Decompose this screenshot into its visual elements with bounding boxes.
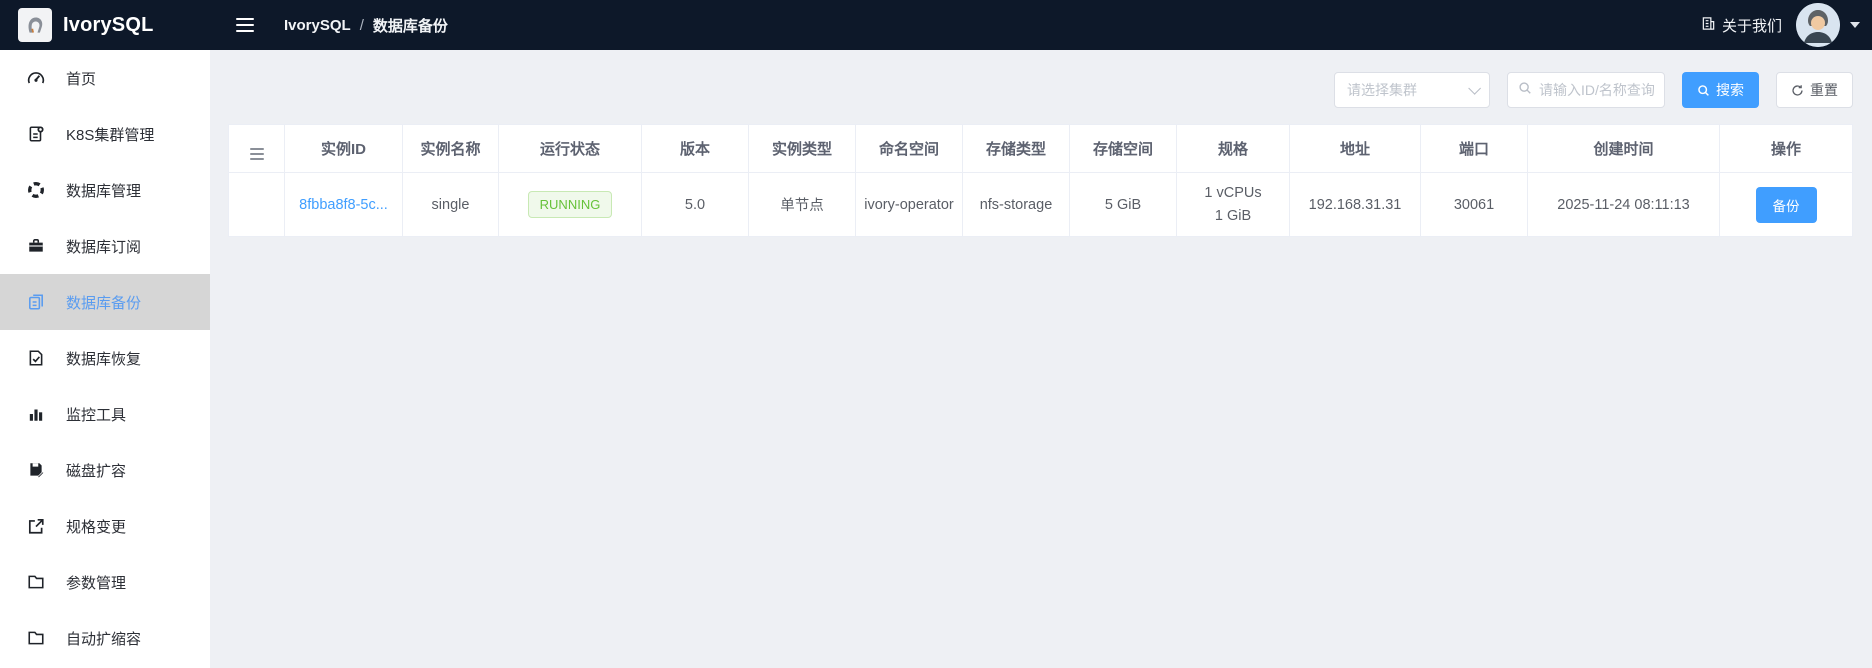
chevron-down-icon[interactable] (1850, 22, 1860, 28)
building-icon (1701, 16, 1716, 35)
spec-memory: 1 GiB (1177, 205, 1289, 227)
storage-type-cell: nfs-storage (963, 173, 1070, 237)
ivorysql-logo-icon (18, 8, 52, 42)
sidebar-item-database-subscription[interactable]: 数据库订阅 (0, 218, 210, 274)
spec-cpu: 1 vCPUs (1177, 182, 1289, 204)
search-button-label: 搜索 (1716, 80, 1744, 100)
list-icon (250, 148, 264, 160)
sidebar-item-parameter-management[interactable]: 参数管理 (0, 554, 210, 610)
namespace-cell: ivory-operator (856, 173, 963, 237)
sidebar: 首页 K8S集群管理 数据库管理 数据库订阅 数据库备份 (0, 50, 210, 668)
sidebar-item-label: 参数管理 (66, 572, 126, 593)
instance-type-cell: 单节点 (749, 173, 856, 237)
main-content: 请选择集群 搜索 重置 (210, 50, 1872, 668)
copy-document-icon (27, 293, 45, 311)
search-button[interactable]: 搜索 (1682, 72, 1759, 108)
instance-id-link[interactable]: 8fbba8f8-5c... (299, 197, 388, 213)
breadcrumb-current: 数据库备份 (373, 15, 448, 36)
header-instance-name: 实例名称 (403, 125, 499, 173)
storage-size-cell: 5 GiB (1070, 173, 1177, 237)
header-namespace: 命名空间 (856, 125, 963, 173)
sidebar-item-label: 首页 (66, 68, 96, 89)
folder-icon (27, 573, 45, 591)
search-input[interactable] (1539, 82, 1654, 98)
header-instance-id: 实例ID (285, 125, 403, 173)
document-icon (27, 125, 45, 143)
sidebar-item-disk-expansion[interactable]: 磁盘扩容 (0, 442, 210, 498)
external-link-icon (27, 517, 45, 535)
header-actions: 操作 (1720, 125, 1853, 173)
sidebar-item-label: 自动扩缩容 (66, 628, 141, 649)
header-created-at: 创建时间 (1528, 125, 1720, 173)
address-cell: 192.168.31.31 (1290, 173, 1421, 237)
cluster-select-placeholder: 请选择集群 (1347, 80, 1417, 100)
sidebar-item-label: 数据库订阅 (66, 236, 141, 257)
table-row: 8fbba8f8-5c... single RUNNING 5.0 单节点 iv… (229, 173, 1853, 237)
sidebar-item-label: 监控工具 (66, 404, 126, 425)
search-field[interactable] (1507, 72, 1665, 108)
sidebar-item-database-restore[interactable]: 数据库恢复 (0, 330, 210, 386)
search-icon (1518, 81, 1532, 100)
instance-name-cell: single (403, 173, 499, 237)
filter-bar: 请选择集群 搜索 重置 (228, 72, 1853, 108)
user-avatar[interactable] (1796, 3, 1840, 47)
sidebar-item-label: 数据库管理 (66, 180, 141, 201)
header-run-status: 运行状态 (499, 125, 642, 173)
spec-cell: 1 vCPUs 1 GiB (1177, 173, 1290, 237)
reset-button-label: 重置 (1810, 80, 1838, 100)
chevron-down-icon (1468, 82, 1481, 95)
version-cell: 5.0 (642, 173, 749, 237)
header-instance-type: 实例类型 (749, 125, 856, 173)
brand-name: IvorySQL (63, 14, 154, 37)
sidebar-item-label: 规格变更 (66, 516, 126, 537)
brand[interactable]: IvorySQL (0, 8, 210, 42)
sidebar-item-auto-scaling[interactable]: 自动扩缩容 (0, 610, 210, 666)
folder-icon (27, 629, 45, 647)
sidebar-item-home[interactable]: 首页 (0, 50, 210, 106)
row-select-cell (229, 173, 285, 237)
about-us-link[interactable]: 关于我们 (1701, 15, 1782, 36)
column-settings-header[interactable] (229, 125, 285, 173)
sidebar-item-k8s-cluster[interactable]: K8S集群管理 (0, 106, 210, 162)
header-version: 版本 (642, 125, 749, 173)
reset-button[interactable]: 重置 (1776, 72, 1853, 108)
about-us-label: 关于我们 (1722, 15, 1782, 36)
cluster-select[interactable]: 请选择集群 (1334, 72, 1490, 108)
header-storage-type: 存储类型 (963, 125, 1070, 173)
sidebar-item-monitoring-tools[interactable]: 监控工具 (0, 386, 210, 442)
compass-icon (27, 181, 45, 199)
breadcrumb: IvorySQL / 数据库备份 (284, 15, 448, 36)
sidebar-item-label: 数据库恢复 (66, 348, 141, 369)
status-badge: RUNNING (528, 191, 613, 218)
header-port: 端口 (1421, 125, 1528, 173)
header-address: 地址 (1290, 125, 1421, 173)
created-at-cell: 2025-11-24 08:11:13 (1528, 173, 1720, 237)
table-header-row: 实例ID 实例名称 运行状态 版本 实例类型 命名空间 存储类型 存储空间 规格… (229, 125, 1853, 173)
breadcrumb-root[interactable]: IvorySQL (284, 17, 351, 34)
backup-button[interactable]: 备份 (1756, 187, 1817, 223)
menu-collapse-icon[interactable] (236, 18, 254, 32)
sidebar-item-label: K8S集群管理 (66, 124, 154, 145)
port-cell: 30061 (1421, 173, 1528, 237)
sidebar-item-label: 磁盘扩容 (66, 460, 126, 481)
breadcrumb-separator: / (360, 17, 364, 34)
header-spec: 规格 (1177, 125, 1290, 173)
disk-edit-icon (27, 461, 45, 479)
gauge-icon (27, 69, 45, 87)
header-storage-size: 存储空间 (1070, 125, 1177, 173)
document-check-icon (27, 349, 45, 367)
top-bar: IvorySQL IvorySQL / 数据库备份 关于我们 (0, 0, 1872, 50)
bar-chart-icon (27, 405, 45, 423)
sidebar-item-spec-change[interactable]: 规格变更 (0, 498, 210, 554)
sidebar-item-database-management[interactable]: 数据库管理 (0, 162, 210, 218)
sidebar-item-database-backup[interactable]: 数据库备份 (0, 274, 210, 330)
briefcase-icon (27, 237, 45, 255)
instances-table: 实例ID 实例名称 运行状态 版本 实例类型 命名空间 存储类型 存储空间 规格… (228, 124, 1853, 237)
sidebar-item-label: 数据库备份 (66, 292, 141, 313)
